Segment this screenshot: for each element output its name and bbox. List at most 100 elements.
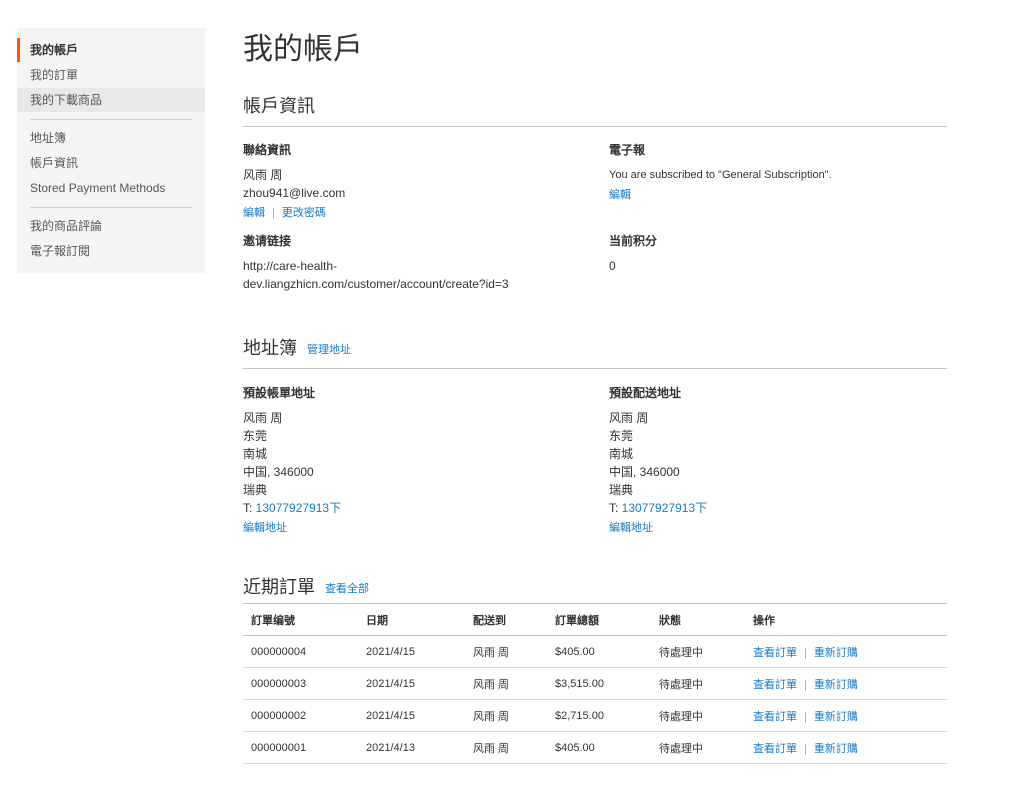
shipping-country-zip: 中国, 346000 [609,465,680,479]
column-header-order-number: 訂單编號 [243,603,358,636]
order-ship-to: 风雨 周 [465,731,547,764]
contact-actions: 編輯 | 更改密碼 [243,204,583,222]
nav-divider [30,119,192,120]
nav-item-my-downloads[interactable]: 我的下載商品 [17,88,205,112]
address-book-title: 地址簿 [243,338,297,358]
recent-orders-table: 訂單编號 日期 配送到 訂單總額 狀態 操作 000000004 2021/4/… [243,603,947,764]
nav-divider [30,207,192,208]
order-total: $405.00 [547,731,651,764]
order-date: 2021/4/13 [358,731,465,764]
shipping-region: 瑞典 [609,483,634,497]
action-separator: | [804,678,807,691]
column-header-order-total: 訂單總額 [547,603,651,636]
billing-phone-link[interactable]: 13077927913下 [256,501,341,515]
shipping-phone-prefix: T: [609,501,622,515]
order-number: 000000004 [243,635,358,668]
edit-newsletter-link[interactable]: 編輯 [609,189,631,201]
table-header-row: 訂單编號 日期 配送到 訂單總額 狀態 操作 [243,603,947,636]
nav-item-address-book[interactable]: 地址簿 [17,126,205,150]
invite-link-line2: dev.liangzhicn.com/customer/account/crea… [243,277,509,291]
view-order-link[interactable]: 查看訂單 [753,743,797,755]
nav-item-newsletter[interactable]: 電子報訂閱 [17,239,205,263]
order-total: $405.00 [547,635,651,668]
billing-region: 瑞典 [243,483,268,497]
view-order-link[interactable]: 查看訂單 [753,711,797,723]
reorder-link[interactable]: 重新訂購 [814,743,858,755]
order-number: 000000003 [243,667,358,700]
invite-link-box: 邀请链接 http://care-health- dev.liangzhicn.… [243,232,603,293]
account-sidebar: 我的帳戶 我的訂單 我的下載商品 地址簿 帳戶資訊 Stored Payment… [17,28,205,273]
account-info-header: 帳戶資訊 [243,92,947,127]
shipping-address-title: 預設配送地址 [609,386,682,400]
page-title: 我的帳戶 [243,33,363,66]
shipping-city: 东莞 [609,429,634,443]
view-all-orders-link[interactable]: 查看全部 [325,583,369,595]
table-row: 000000004 2021/4/15 风雨 周 $405.00 待處理中 查看… [243,635,947,668]
view-order-link[interactable]: 查看訂單 [753,647,797,659]
order-number: 000000002 [243,699,358,732]
order-total: $3,515.00 [547,667,651,700]
points-value: 0 [609,259,616,273]
billing-address-title: 預設帳單地址 [243,386,316,400]
order-actions: 查看訂單 | 重新訂購 [745,667,947,700]
billing-phone-prefix: T: [243,501,256,515]
order-date: 2021/4/15 [358,699,465,732]
order-ship-to: 风雨 周 [465,667,547,700]
newsletter-status: You are subscribed to "General Subscript… [609,169,832,181]
order-actions: 查看訂單 | 重新訂購 [745,731,947,764]
billing-city: 东莞 [243,429,268,443]
address-book-header: 地址簿 管理地址 [243,334,947,369]
action-separator: | [272,207,275,219]
nav-item-my-account[interactable]: 我的帳戶 [17,38,205,62]
edit-shipping-address-link[interactable]: 編輯地址 [609,522,653,534]
nav-item-account-info[interactable]: 帳戶資訊 [17,151,205,175]
nav-item-stored-payment-methods[interactable]: Stored Payment Methods [17,176,205,200]
shipping-name: 风雨 周 [609,411,649,425]
action-separator: | [804,710,807,723]
billing-country-zip: 中国, 346000 [243,465,314,479]
reorder-link[interactable]: 重新訂購 [814,711,858,723]
column-header-ship-to: 配送到 [465,603,547,636]
column-header-status: 狀態 [651,603,745,636]
order-status: 待處理中 [651,635,745,668]
order-actions: 查看訂單 | 重新訂購 [745,635,947,668]
action-separator: | [804,742,807,755]
contact-email: zhou941@live.com [243,186,346,200]
order-ship-to: 风雨 周 [465,699,547,732]
billing-street: 南城 [243,447,268,461]
table-row: 000000002 2021/4/15 风雨 周 $2,715.00 待處理中 … [243,699,947,732]
nav-item-product-reviews[interactable]: 我的商品評論 [17,214,205,238]
recent-orders-title: 近期訂單 [243,577,315,597]
billing-phone-line: T: 13077927913下 [243,499,583,517]
order-date: 2021/4/15 [358,667,465,700]
order-status: 待處理中 [651,699,745,732]
reorder-link[interactable]: 重新訂購 [814,647,858,659]
order-total: $2,715.00 [547,699,651,732]
shipping-actions: 編輯地址 [609,519,949,537]
points-title: 当前积分 [609,234,658,248]
order-date: 2021/4/15 [358,635,465,668]
billing-name: 风雨 周 [243,411,283,425]
edit-contact-link[interactable]: 編輯 [243,207,265,219]
contact-info-title: 聯絡資訊 [243,143,292,157]
contact-info-box: 聯絡資訊 风雨 周 zhou941@live.com 編輯 | 更改密碼 [243,141,583,222]
recent-orders-header: 近期訂單 查看全部 [243,573,947,607]
table-row: 000000003 2021/4/15 风雨 周 $3,515.00 待處理中 … [243,667,947,700]
order-actions: 查看訂單 | 重新訂購 [745,699,947,732]
reorder-link[interactable]: 重新訂購 [814,679,858,691]
column-header-date: 日期 [358,603,465,636]
table-row: 000000001 2021/4/13 风雨 周 $405.00 待處理中 查看… [243,731,947,764]
invite-link-line1: http://care-health- [243,259,338,273]
change-password-link[interactable]: 更改密碼 [282,207,326,219]
view-order-link[interactable]: 查看訂單 [753,679,797,691]
order-status: 待處理中 [651,667,745,700]
newsletter-actions: 編輯 [609,186,949,204]
account-info-title: 帳戶資訊 [243,96,315,116]
edit-billing-address-link[interactable]: 編輯地址 [243,522,287,534]
nav-item-my-orders[interactable]: 我的訂單 [17,63,205,87]
invite-link-title: 邀请链接 [243,234,292,248]
default-billing-address-box: 預設帳單地址 风雨 周 东莞 南城 中国, 346000 瑞典 T: 13077… [243,384,583,537]
shipping-phone-link[interactable]: 13077927913下 [622,501,707,515]
manage-addresses-link[interactable]: 管理地址 [307,344,351,356]
shipping-phone-line: T: 13077927913下 [609,499,949,517]
